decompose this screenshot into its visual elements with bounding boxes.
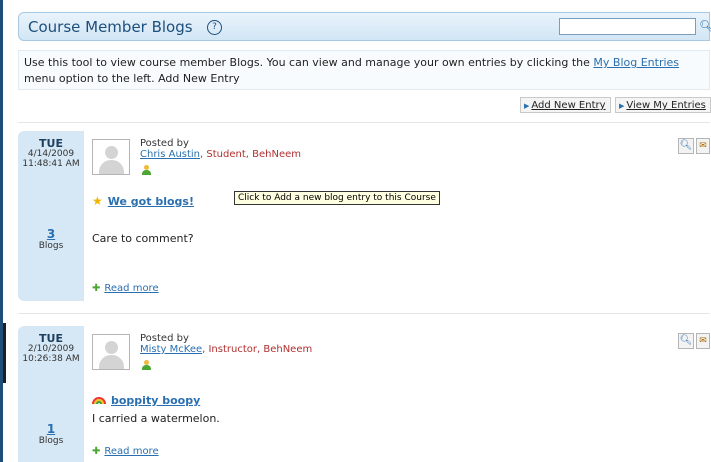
email-icon[interactable]: ✉ [696, 138, 710, 154]
help-icon[interactable]: ? [207, 20, 222, 35]
my-blog-entries-link[interactable]: My Blog Entries [593, 56, 679, 69]
entry-date: 4/14/2009 [27, 149, 75, 159]
magnifier-icon[interactable]: 🔍︎ [678, 138, 694, 154]
blog-entry: TUE 2/10/2009 10:26:38 AM 1 Blogs Posted… [18, 326, 710, 462]
add-entry-tooltip: Click to Add a new blog entry to this Co… [234, 191, 440, 205]
email-icon[interactable]: ✉ [696, 333, 710, 349]
magnifier-icon[interactable]: 🔍︎ [678, 333, 694, 349]
date-column: TUE 4/14/2009 11:48:41 AM 3 Blogs [18, 131, 84, 301]
plus-icon: ✚ [92, 446, 101, 457]
page-header: Course Member Blogs ? 🔍︎ [18, 12, 711, 41]
read-more: ✚ Read more [92, 283, 159, 294]
author-line: Chris Austin, Student, BehNeem [140, 149, 301, 160]
author-role: , Instructor, BehNeem [202, 344, 313, 355]
add-new-entry-button[interactable]: ▶ Add New Entry [520, 97, 611, 113]
divider [18, 122, 710, 123]
blog-count-link[interactable]: 3 [18, 227, 84, 241]
read-more: ✚ Read more [92, 446, 159, 457]
read-more-link[interactable]: Read more [104, 283, 158, 294]
entry-date: 2/10/2009 [27, 344, 75, 354]
entry-title: ★ We got blogs! [92, 194, 194, 208]
page-title: Course Member Blogs [28, 18, 193, 36]
posted-by-label: Posted by [140, 138, 189, 149]
date-column: TUE 2/10/2009 10:26:38 AM 1 Blogs [18, 326, 84, 462]
divider [18, 313, 710, 314]
posted-by-label: Posted by [140, 333, 189, 344]
view-my-entries-button[interactable]: ▶ View My Entries [615, 97, 711, 113]
star-icon: ★ [92, 194, 103, 208]
search-input[interactable] [559, 18, 696, 35]
arrow-right-icon: ▶ [524, 102, 530, 110]
left-frame-border [0, 0, 5, 462]
avatar [92, 334, 130, 370]
plus-icon: ✚ [92, 283, 101, 294]
blog-count-link[interactable]: 1 [18, 422, 84, 436]
entry-time: 11:48:41 AM [22, 159, 80, 169]
entry-time: 10:26:38 AM [22, 354, 80, 364]
blog-entry: TUE 4/14/2009 11:48:41 AM 3 Blogs Posted… [18, 131, 710, 303]
entry-body: Care to comment? [92, 232, 194, 245]
user-presence-icon [142, 360, 151, 370]
intro-text: Use this tool to view course member Blog… [18, 50, 710, 90]
blog-count-label: Blogs [38, 241, 64, 251]
entry-title-link[interactable]: boppity boopy [111, 394, 200, 407]
author-link[interactable]: Chris Austin [140, 149, 200, 160]
entry-title-link[interactable]: We got blogs! [108, 195, 194, 208]
blog-count-label: Blogs [38, 436, 64, 446]
frame-edge-marker [3, 323, 6, 383]
entry-title: boppity boopy [92, 393, 200, 407]
read-more-link[interactable]: Read more [104, 446, 158, 457]
author-role: , Student, BehNeem [200, 149, 301, 160]
author-line: Misty McKee, Instructor, BehNeem [140, 344, 312, 355]
arrow-right-icon: ▶ [619, 102, 625, 110]
search-icon[interactable]: 🔍︎ [699, 19, 711, 33]
author-link[interactable]: Misty McKee [140, 344, 202, 355]
avatar [92, 139, 130, 175]
entry-body: I carried a watermelon. [92, 412, 220, 425]
rainbow-icon [92, 393, 106, 407]
user-presence-icon [142, 165, 151, 175]
